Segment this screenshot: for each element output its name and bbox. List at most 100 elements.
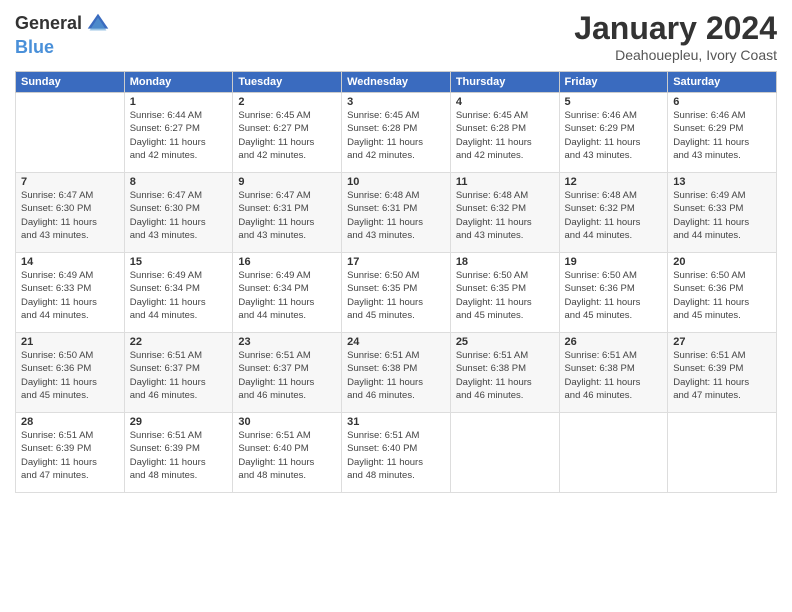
logo-blue: Blue — [15, 37, 54, 57]
day-number: 9 — [238, 176, 336, 188]
calendar-cell: 10Sunrise: 6:48 AMSunset: 6:31 PMDayligh… — [342, 173, 451, 253]
weekday-header-row: SundayMondayTuesdayWednesdayThursdayFrid… — [16, 72, 777, 93]
weekday-header-tuesday: Tuesday — [233, 72, 342, 93]
day-number: 8 — [130, 176, 228, 188]
day-info: Sunrise: 6:46 AMSunset: 6:29 PMDaylight:… — [673, 109, 771, 162]
day-number: 5 — [565, 96, 663, 108]
calendar-cell: 3Sunrise: 6:45 AMSunset: 6:28 PMDaylight… — [342, 93, 451, 173]
day-info: Sunrise: 6:51 AMSunset: 6:40 PMDaylight:… — [347, 429, 445, 482]
calendar-cell — [559, 413, 668, 493]
day-info: Sunrise: 6:49 AMSunset: 6:34 PMDaylight:… — [238, 269, 336, 322]
calendar-cell: 5Sunrise: 6:46 AMSunset: 6:29 PMDaylight… — [559, 93, 668, 173]
day-info: Sunrise: 6:50 AMSunset: 6:36 PMDaylight:… — [21, 349, 119, 402]
day-info: Sunrise: 6:45 AMSunset: 6:28 PMDaylight:… — [456, 109, 554, 162]
calendar-cell: 9Sunrise: 6:47 AMSunset: 6:31 PMDaylight… — [233, 173, 342, 253]
day-info: Sunrise: 6:50 AMSunset: 6:36 PMDaylight:… — [565, 269, 663, 322]
calendar-cell: 31Sunrise: 6:51 AMSunset: 6:40 PMDayligh… — [342, 413, 451, 493]
calendar-cell: 12Sunrise: 6:48 AMSunset: 6:32 PMDayligh… — [559, 173, 668, 253]
day-info: Sunrise: 6:47 AMSunset: 6:31 PMDaylight:… — [238, 189, 336, 242]
weekday-header-saturday: Saturday — [668, 72, 777, 93]
day-number: 21 — [21, 336, 119, 348]
day-number: 30 — [238, 416, 336, 428]
calendar-cell: 7Sunrise: 6:47 AMSunset: 6:30 PMDaylight… — [16, 173, 125, 253]
day-number: 29 — [130, 416, 228, 428]
calendar-cell: 13Sunrise: 6:49 AMSunset: 6:33 PMDayligh… — [668, 173, 777, 253]
day-number: 15 — [130, 256, 228, 268]
day-number: 11 — [456, 176, 554, 188]
calendar-cell: 14Sunrise: 6:49 AMSunset: 6:33 PMDayligh… — [16, 253, 125, 333]
calendar-cell: 4Sunrise: 6:45 AMSunset: 6:28 PMDaylight… — [450, 93, 559, 173]
day-info: Sunrise: 6:51 AMSunset: 6:39 PMDaylight:… — [21, 429, 119, 482]
week-row-5: 28Sunrise: 6:51 AMSunset: 6:39 PMDayligh… — [16, 413, 777, 493]
calendar-cell: 17Sunrise: 6:50 AMSunset: 6:35 PMDayligh… — [342, 253, 451, 333]
calendar-cell — [668, 413, 777, 493]
calendar-cell: 15Sunrise: 6:49 AMSunset: 6:34 PMDayligh… — [124, 253, 233, 333]
page: General Blue January 2024 Deahouepleu, I… — [0, 0, 792, 612]
day-number: 23 — [238, 336, 336, 348]
day-number: 10 — [347, 176, 445, 188]
calendar-cell: 27Sunrise: 6:51 AMSunset: 6:39 PMDayligh… — [668, 333, 777, 413]
week-row-3: 14Sunrise: 6:49 AMSunset: 6:33 PMDayligh… — [16, 253, 777, 333]
day-info: Sunrise: 6:50 AMSunset: 6:36 PMDaylight:… — [673, 269, 771, 322]
day-info: Sunrise: 6:48 AMSunset: 6:32 PMDaylight:… — [565, 189, 663, 242]
calendar-cell: 8Sunrise: 6:47 AMSunset: 6:30 PMDaylight… — [124, 173, 233, 253]
day-info: Sunrise: 6:51 AMSunset: 6:38 PMDaylight:… — [565, 349, 663, 402]
day-number: 16 — [238, 256, 336, 268]
logo-icon — [84, 10, 112, 38]
header: General Blue January 2024 Deahouepleu, I… — [15, 10, 777, 63]
calendar-cell: 28Sunrise: 6:51 AMSunset: 6:39 PMDayligh… — [16, 413, 125, 493]
week-row-4: 21Sunrise: 6:50 AMSunset: 6:36 PMDayligh… — [16, 333, 777, 413]
weekday-header-wednesday: Wednesday — [342, 72, 451, 93]
calendar-cell: 20Sunrise: 6:50 AMSunset: 6:36 PMDayligh… — [668, 253, 777, 333]
day-info: Sunrise: 6:45 AMSunset: 6:28 PMDaylight:… — [347, 109, 445, 162]
calendar-cell: 22Sunrise: 6:51 AMSunset: 6:37 PMDayligh… — [124, 333, 233, 413]
logo: General Blue — [15, 10, 112, 58]
day-info: Sunrise: 6:51 AMSunset: 6:39 PMDaylight:… — [673, 349, 771, 402]
day-info: Sunrise: 6:51 AMSunset: 6:39 PMDaylight:… — [130, 429, 228, 482]
calendar-cell: 29Sunrise: 6:51 AMSunset: 6:39 PMDayligh… — [124, 413, 233, 493]
day-info: Sunrise: 6:46 AMSunset: 6:29 PMDaylight:… — [565, 109, 663, 162]
month-title: January 2024 — [574, 10, 777, 47]
calendar-cell: 26Sunrise: 6:51 AMSunset: 6:38 PMDayligh… — [559, 333, 668, 413]
day-info: Sunrise: 6:49 AMSunset: 6:33 PMDaylight:… — [21, 269, 119, 322]
day-number: 13 — [673, 176, 771, 188]
day-info: Sunrise: 6:45 AMSunset: 6:27 PMDaylight:… — [238, 109, 336, 162]
weekday-header-monday: Monday — [124, 72, 233, 93]
day-info: Sunrise: 6:51 AMSunset: 6:38 PMDaylight:… — [456, 349, 554, 402]
day-number: 25 — [456, 336, 554, 348]
calendar-cell — [450, 413, 559, 493]
calendar-cell: 25Sunrise: 6:51 AMSunset: 6:38 PMDayligh… — [450, 333, 559, 413]
calendar-cell: 16Sunrise: 6:49 AMSunset: 6:34 PMDayligh… — [233, 253, 342, 333]
calendar-cell — [16, 93, 125, 173]
day-number: 20 — [673, 256, 771, 268]
day-number: 31 — [347, 416, 445, 428]
calendar-cell: 2Sunrise: 6:45 AMSunset: 6:27 PMDaylight… — [233, 93, 342, 173]
day-number: 26 — [565, 336, 663, 348]
calendar-table: SundayMondayTuesdayWednesdayThursdayFrid… — [15, 71, 777, 493]
day-number: 7 — [21, 176, 119, 188]
day-number: 27 — [673, 336, 771, 348]
day-info: Sunrise: 6:47 AMSunset: 6:30 PMDaylight:… — [21, 189, 119, 242]
day-info: Sunrise: 6:48 AMSunset: 6:31 PMDaylight:… — [347, 189, 445, 242]
day-info: Sunrise: 6:49 AMSunset: 6:33 PMDaylight:… — [673, 189, 771, 242]
week-row-1: 1Sunrise: 6:44 AMSunset: 6:27 PMDaylight… — [16, 93, 777, 173]
location-subtitle: Deahouepleu, Ivory Coast — [574, 47, 777, 63]
calendar-cell: 30Sunrise: 6:51 AMSunset: 6:40 PMDayligh… — [233, 413, 342, 493]
day-info: Sunrise: 6:51 AMSunset: 6:38 PMDaylight:… — [347, 349, 445, 402]
day-info: Sunrise: 6:48 AMSunset: 6:32 PMDaylight:… — [456, 189, 554, 242]
day-number: 4 — [456, 96, 554, 108]
weekday-header-thursday: Thursday — [450, 72, 559, 93]
day-number: 6 — [673, 96, 771, 108]
day-info: Sunrise: 6:51 AMSunset: 6:40 PMDaylight:… — [238, 429, 336, 482]
calendar-cell: 19Sunrise: 6:50 AMSunset: 6:36 PMDayligh… — [559, 253, 668, 333]
day-info: Sunrise: 6:49 AMSunset: 6:34 PMDaylight:… — [130, 269, 228, 322]
day-number: 22 — [130, 336, 228, 348]
day-number: 19 — [565, 256, 663, 268]
day-number: 14 — [21, 256, 119, 268]
day-number: 12 — [565, 176, 663, 188]
calendar-cell: 1Sunrise: 6:44 AMSunset: 6:27 PMDaylight… — [124, 93, 233, 173]
day-number: 2 — [238, 96, 336, 108]
day-number: 3 — [347, 96, 445, 108]
day-number: 24 — [347, 336, 445, 348]
day-number: 1 — [130, 96, 228, 108]
